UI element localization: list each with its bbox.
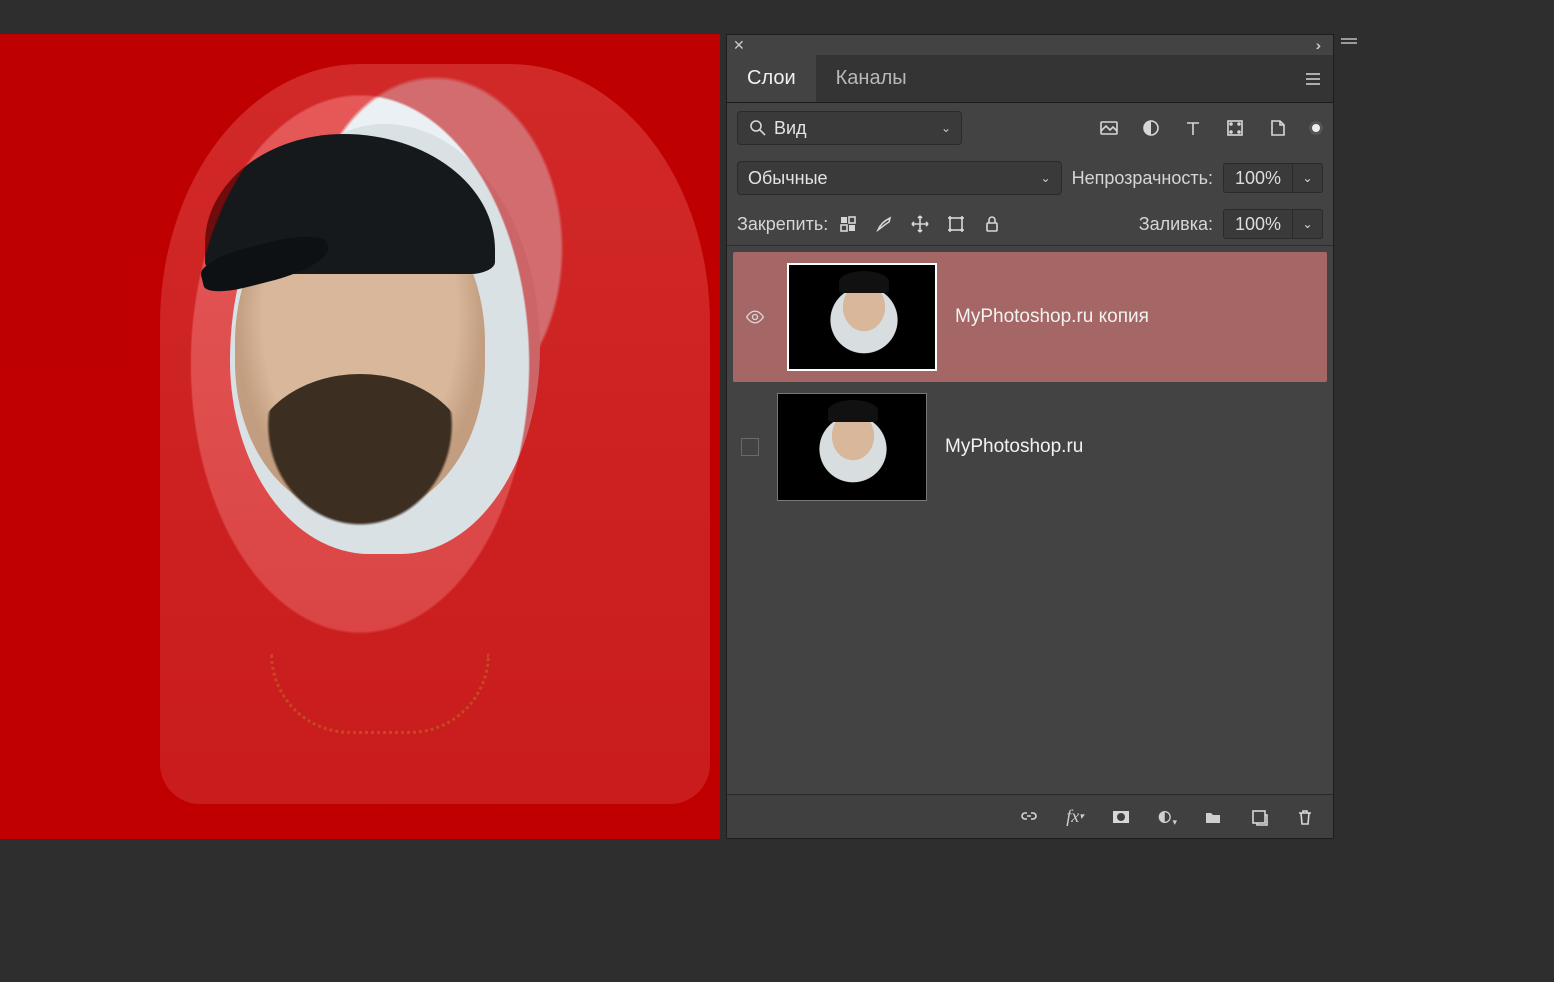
- fx-button[interactable]: fx▾: [1065, 807, 1085, 827]
- hamburger-icon: [1303, 69, 1323, 89]
- layer-thumbnail[interactable]: [777, 393, 927, 501]
- fill-stepper[interactable]: ⌄: [1293, 209, 1323, 239]
- lock-label: Закрепить:: [737, 214, 828, 235]
- chevron-down-icon: ⌄: [941, 121, 951, 135]
- filter-shape-icon[interactable]: [1225, 118, 1245, 138]
- tab-layers[interactable]: Слои: [727, 55, 816, 102]
- new-adjustment-button[interactable]: ▾: [1157, 807, 1177, 827]
- lock-pixels-icon[interactable]: [838, 214, 858, 234]
- search-icon: [748, 118, 768, 138]
- lock-all-icon[interactable]: [982, 214, 1002, 234]
- lock-row: Закрепить: Заливка: 100% ⌄: [727, 203, 1333, 246]
- filter-type-icon[interactable]: [1183, 118, 1203, 138]
- filter-kind-select[interactable]: Вид ⌄: [737, 111, 962, 145]
- quick-mask-overlay: [0, 34, 720, 839]
- fill-value: 100%: [1235, 214, 1281, 235]
- new-layer-button[interactable]: [1249, 807, 1269, 827]
- layer-filter-row: Вид ⌄: [727, 103, 1333, 153]
- delete-layer-button[interactable]: [1295, 807, 1315, 827]
- lock-artboard-icon[interactable]: [946, 214, 966, 234]
- add-mask-button[interactable]: [1111, 807, 1131, 827]
- blend-mode-select[interactable]: Обычные ⌄: [737, 161, 1062, 195]
- visibility-toggle[interactable]: [741, 303, 769, 331]
- opacity-stepper[interactable]: ⌄: [1293, 163, 1323, 193]
- filter-image-icon[interactable]: [1099, 118, 1119, 138]
- layer-row[interactable]: MyPhotoshop.ru копия: [733, 252, 1327, 382]
- lock-brush-icon[interactable]: [874, 214, 894, 234]
- blend-mode-value: Обычные: [748, 168, 828, 189]
- layer-name[interactable]: MyPhotoshop.ru: [945, 436, 1083, 458]
- chevron-down-icon: ⌄: [1041, 171, 1051, 185]
- filter-kind-label: Вид: [768, 118, 941, 139]
- opacity-label: Непрозрачность:: [1072, 168, 1213, 189]
- filter-toggle[interactable]: [1309, 121, 1323, 135]
- opacity-value: 100%: [1235, 168, 1281, 189]
- lock-move-icon[interactable]: [910, 214, 930, 234]
- eye-icon: [745, 307, 765, 327]
- filter-smartobject-icon[interactable]: [1267, 118, 1287, 138]
- canvas[interactable]: [0, 34, 720, 839]
- panel-menu-button[interactable]: [1293, 55, 1333, 102]
- blend-mode-row: Обычные ⌄ Непрозрачность: 100% ⌄: [727, 153, 1333, 203]
- opacity-input[interactable]: 100%: [1223, 163, 1293, 193]
- collapse-panel-button[interactable]: ››: [1316, 37, 1317, 53]
- visibility-toggle[interactable]: [741, 438, 759, 456]
- layers-panel: ✕ ›› Слои Каналы Вид ⌄: [726, 34, 1334, 839]
- close-panel-button[interactable]: ✕: [733, 37, 745, 54]
- tab-channels[interactable]: Каналы: [816, 55, 927, 102]
- layer-row[interactable]: MyPhotoshop.ru: [733, 382, 1327, 512]
- panel-tabs: Слои Каналы: [727, 55, 1333, 103]
- workspace: ✕ ›› Слои Каналы Вид ⌄: [0, 0, 1554, 982]
- layers-list: MyPhotoshop.ru копия MyPhotoshop.ru: [727, 246, 1333, 794]
- new-group-button[interactable]: [1203, 807, 1223, 827]
- fill-label: Заливка:: [1139, 214, 1213, 235]
- layers-footer: fx▾ ▾: [727, 794, 1333, 838]
- layer-thumbnail[interactable]: [787, 263, 937, 371]
- filter-adjustment-icon[interactable]: [1141, 118, 1161, 138]
- collapsed-panel-dock[interactable]: [1334, 34, 1364, 982]
- collapsed-panel-indicator: [1341, 38, 1357, 40]
- link-layers-icon[interactable]: [1019, 807, 1039, 827]
- layer-name[interactable]: MyPhotoshop.ru копия: [955, 306, 1149, 328]
- fill-input[interactable]: 100%: [1223, 209, 1293, 239]
